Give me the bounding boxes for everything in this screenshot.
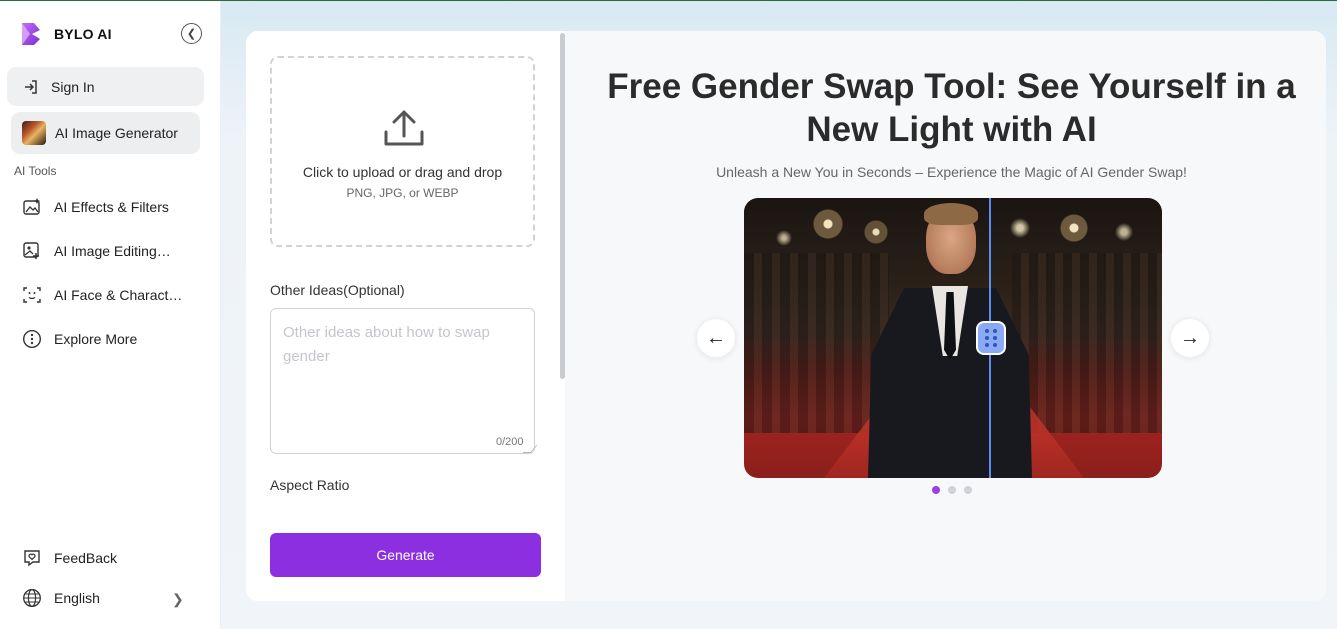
sidebar-item-label: AI Image Editing…: [54, 243, 171, 259]
bylo-logo-icon: [22, 23, 40, 45]
section-label-ai-tools: AI Tools: [14, 164, 57, 178]
carousel-dot-3[interactable]: [964, 486, 972, 494]
arrow-left-icon: ←: [706, 326, 726, 349]
page-title: Free Gender Swap Tool: See Yourself in a…: [607, 67, 1296, 149]
globe-icon: [22, 588, 42, 608]
collapse-sidebar-button[interactable]: ❮: [181, 23, 202, 44]
sidebar-item-ai-image-generator[interactable]: AI Image Generator: [11, 112, 200, 154]
sidebar-item-label: AI Effects & Filters: [54, 199, 169, 215]
image-edit-icon: [22, 241, 42, 261]
preview-panel: Free Gender Swap Tool: See Yourself in a…: [565, 31, 1326, 601]
crowd-background-right: [1012, 253, 1162, 433]
language-label: English: [54, 590, 100, 606]
ideas-label: Other Ideas(Optional): [270, 282, 405, 298]
page-subtitle: Unleash a New You in Seconds – Experienc…: [716, 164, 1187, 180]
sidebar-item-ai-effects[interactable]: AI Effects & Filters: [22, 193, 202, 221]
sign-in-label: Sign In: [51, 78, 95, 95]
before-after-comparison[interactable]: [744, 198, 1162, 478]
sidebar-item-label: AI Face & Charact…: [54, 287, 183, 303]
prev-slide-button[interactable]: ←: [696, 318, 736, 358]
upload-formats: PNG, JPG, or WEBP: [346, 186, 459, 200]
carousel-pagination: [932, 486, 972, 494]
chevron-right-icon[interactable]: ❯: [172, 591, 184, 608]
sign-in-button[interactable]: Sign In: [7, 67, 204, 106]
brand-name: BYLO AI: [54, 26, 112, 42]
ai-image-generator-thumbnail: [22, 121, 46, 145]
sign-in-icon: [25, 79, 37, 94]
sidebar-item-label: Explore More: [54, 331, 138, 347]
next-slide-button[interactable]: →: [1170, 318, 1210, 358]
person-hair: [924, 203, 978, 225]
upload-title: Click to upload or drag and drop: [302, 164, 503, 180]
generate-button[interactable]: Generate: [270, 533, 541, 577]
face-scan-icon: [22, 285, 42, 305]
sidebar-item-label: AI Image Generator: [55, 125, 178, 141]
settings-panel: Click to upload or drag and drop PNG, JP…: [246, 31, 565, 601]
arrow-right-icon: →: [1180, 326, 1200, 349]
sidebar-item-explore-more[interactable]: Explore More: [22, 325, 202, 353]
upload-dropzone[interactable]: Click to upload or drag and drop PNG, JP…: [270, 56, 535, 247]
more-circle-icon: [22, 329, 42, 349]
carousel-dot-1[interactable]: [932, 486, 940, 494]
chevron-left-icon: ❮: [186, 28, 197, 40]
image-sparkle-icon: [22, 197, 42, 217]
carousel-dot-2[interactable]: [948, 486, 956, 494]
tool-card: Click to upload or drag and drop PNG, JP…: [246, 31, 1326, 601]
aspect-ratio-label: Aspect Ratio: [270, 477, 350, 493]
feedback-heart-icon: [22, 548, 42, 568]
ideas-char-counter: 0/200: [496, 436, 524, 448]
brand[interactable]: BYLO AI: [20, 21, 112, 47]
upload-icon: [384, 110, 424, 146]
crowd-background-left: [744, 253, 889, 433]
sidebar: BYLO AI ❮ Sign In AI Image Generator AI …: [0, 1, 221, 629]
sidebar-item-ai-face-character[interactable]: AI Face & Charact…: [22, 281, 202, 309]
ideas-textarea[interactable]: [270, 308, 535, 454]
feedback-button[interactable]: FeedBack: [22, 544, 202, 572]
comparison-slider-handle[interactable]: [976, 321, 1006, 355]
feedback-label: FeedBack: [54, 550, 118, 566]
sidebar-item-ai-image-editing[interactable]: AI Image Editing…: [22, 237, 202, 265]
